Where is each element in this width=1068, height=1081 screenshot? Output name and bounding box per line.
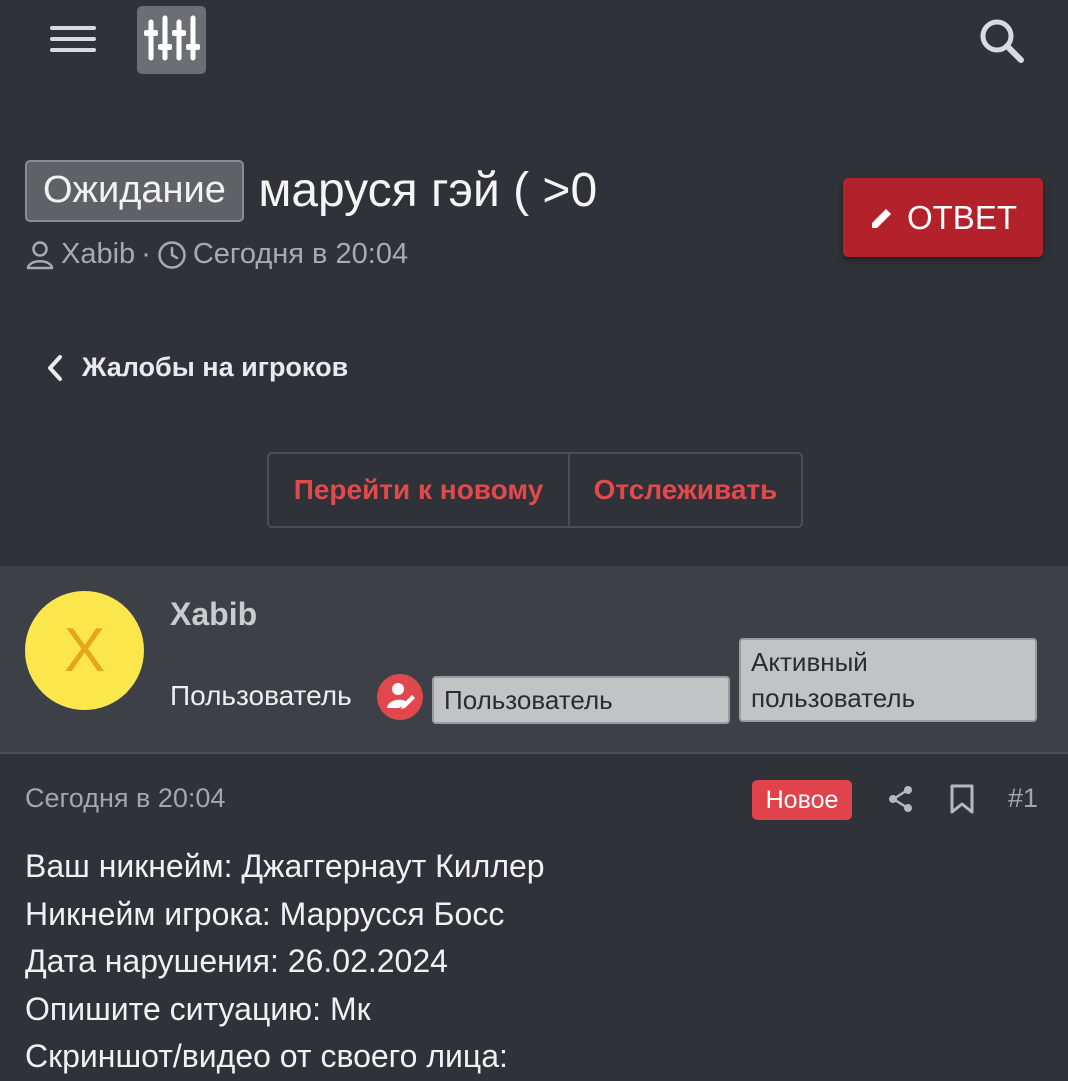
user-banner-active: Активный пользователь <box>739 638 1037 722</box>
breadcrumb-back-link[interactable]: Жалобы на игроков <box>44 352 348 383</box>
thread-prefix-badge[interactable]: Ожидание <box>25 160 244 222</box>
hamburger-menu-icon[interactable] <box>50 22 100 58</box>
user-title: Пользователь <box>170 680 352 711</box>
post-line: Дата нарушения: 26.02.2024 <box>25 943 448 979</box>
thread-actions: Перейти к новому Отслеживать <box>267 452 803 528</box>
thread-title: маруся гэй ( >0 <box>258 164 598 217</box>
meta-separator: · <box>141 238 151 270</box>
logo-icon[interactable] <box>137 6 206 74</box>
pencil-icon <box>871 208 891 228</box>
reply-button-label: ОТВЕТ <box>906 198 1017 236</box>
post-body: Ваш никнейм: Джаггернаут Киллер Никнейм … <box>25 843 1045 1081</box>
reply-button[interactable]: ОТВЕТ <box>843 178 1043 257</box>
user-icon <box>26 240 54 269</box>
avatar[interactable]: X <box>25 591 144 710</box>
go-to-new-button[interactable]: Перейти к новому <box>269 454 570 526</box>
breadcrumb-label: Жалобы на игроков <box>82 352 349 382</box>
clock-icon <box>158 240 186 269</box>
watch-button[interactable]: Отслеживать <box>570 454 801 526</box>
post-date[interactable]: Сегодня в 20:04 <box>25 783 225 814</box>
post-line: Скриншот/видео от своего лица: <box>25 1038 508 1074</box>
search-icon[interactable] <box>975 16 1031 68</box>
chevron-left-icon <box>48 354 62 381</box>
thread-author[interactable]: Xabib <box>61 238 135 271</box>
top-bar <box>0 0 1068 80</box>
thread-date[interactable]: Сегодня в 20:04 <box>193 238 408 271</box>
thread-header: Ожидание маруся гэй ( >0 <box>25 160 825 222</box>
bookmark-icon[interactable] <box>948 783 976 815</box>
post-number[interactable]: #1 <box>1008 783 1038 814</box>
post-line: Никнейм игрока: Маррусся Босс <box>25 895 505 932</box>
user-banner-user: Пользователь <box>432 676 730 724</box>
post-line: Опишите ситуацию: Мк <box>25 990 371 1027</box>
user-role-icon <box>377 674 423 720</box>
thread-meta: Xabib · Сегодня в 20:04 <box>25 238 408 271</box>
share-icon[interactable] <box>886 784 916 814</box>
post-line: Ваш никнейм: Джаггернаут Киллер <box>25 848 545 884</box>
post-username[interactable]: Xabib <box>170 596 257 633</box>
new-badge: Новое <box>752 780 852 820</box>
